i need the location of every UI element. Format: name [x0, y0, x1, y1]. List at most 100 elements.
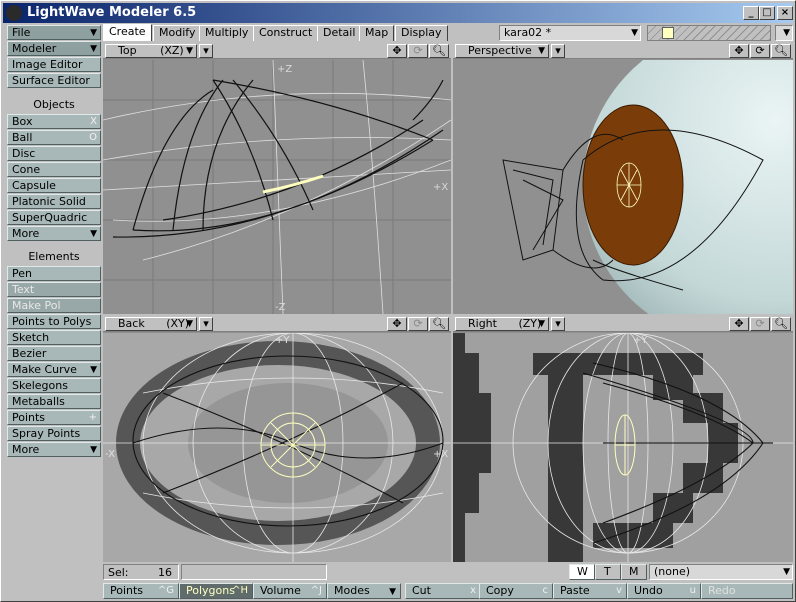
file-menu[interactable]: File ▼ [7, 25, 101, 40]
make-pol-button[interactable]: Make Pol [7, 298, 101, 313]
zoom-icon[interactable]: 🔍︎ [429, 317, 449, 331]
viewport-top[interactable]: Top (XZ) ▼ ▾ ✥ ⟳ 🔍︎ +Z +X -Z [103, 43, 451, 314]
move-icon[interactable]: ✥ [729, 317, 749, 331]
tab-display[interactable]: Display [395, 25, 448, 41]
points-to-polys-button[interactable]: Points to Polys [7, 314, 101, 329]
minimize-button[interactable]: _ [743, 6, 759, 20]
perspective-view-canvas[interactable] [453, 60, 793, 314]
close-button[interactable]: × [777, 6, 793, 20]
viewport-mode-select[interactable]: ▾ [551, 44, 565, 58]
modes-menu[interactable]: Modes ▼ [327, 583, 401, 599]
modeler-menu[interactable]: Modeler ▼ [7, 41, 101, 56]
axis-label-plus-x: +X [433, 182, 448, 193]
sel-label: Sel: [108, 566, 129, 579]
layer-buttons[interactable] [647, 25, 771, 41]
objects-more-button[interactable]: More ▼ [7, 226, 101, 241]
zoom-icon[interactable]: 🔍︎ [429, 44, 449, 58]
maximize-button[interactable]: □ [759, 6, 775, 20]
tab-multiply[interactable]: Multiply [199, 25, 255, 41]
view-axes: (XZ) [160, 44, 184, 57]
copy-button[interactable]: Copy c [479, 583, 553, 599]
morph-map-toggle[interactable]: M [621, 564, 647, 580]
superquadric-button[interactable]: SuperQuadric [7, 210, 101, 225]
cone-button[interactable]: Cone [7, 162, 101, 177]
pen-button[interactable]: Pen [7, 266, 101, 281]
make-curve-button[interactable]: Make Curve ▼ [7, 362, 101, 377]
move-icon[interactable]: ✥ [387, 44, 407, 58]
tab-construct[interactable]: Construct [253, 25, 319, 41]
viewport-back[interactable]: Back (XY) ▼ ▾ ✥ ⟳ 🔍︎ +Y -X +X [103, 316, 451, 562]
platonic-solid-button[interactable]: Platonic Solid [7, 194, 101, 209]
capsule-button[interactable]: Capsule [7, 178, 101, 193]
info-field [181, 564, 327, 580]
rotate-icon[interactable]: ⟳ [408, 317, 428, 331]
rotate-icon[interactable]: ⟳ [408, 44, 428, 58]
ball-button[interactable]: Ball O [7, 130, 101, 145]
viewport-mode-select[interactable]: ▾ [551, 317, 565, 331]
tab-modify[interactable]: Modify [153, 25, 202, 41]
polygons-mode-label: Polygons [186, 584, 235, 597]
shortcut: + [88, 412, 97, 423]
active-layer-indicator [662, 27, 674, 39]
viewport-mode-select[interactable]: ▾ [199, 44, 213, 58]
undo-button[interactable]: Undo u [627, 583, 701, 599]
viewport-view-select[interactable]: Right (ZY) ▼ [455, 317, 549, 331]
viewport-header: Right (ZY) ▼ ▾ ✥ ⟳ 🔍︎ [453, 316, 793, 332]
move-icon[interactable]: ✥ [729, 44, 749, 58]
chevron-down-icon: ▼ [389, 587, 396, 597]
surface-editor-button[interactable]: Surface Editor [7, 73, 101, 88]
viewport-view-select[interactable]: Back (XY) ▼ [105, 317, 197, 331]
spray-points-button[interactable]: Spray Points [7, 426, 101, 441]
viewport-perspective[interactable]: Perspective ▼ ▾ ✥ ⟳ 🔍︎ [453, 43, 793, 314]
tab-map[interactable]: Map [359, 25, 395, 41]
viewport-icons: ✥ ⟳ 🔍︎ [387, 44, 449, 58]
image-editor-button[interactable]: Image Editor [7, 57, 101, 72]
top-view-canvas[interactable]: +Z +X -Z [103, 60, 451, 314]
viewport-right[interactable]: Right (ZY) ▼ ▾ ✥ ⟳ 🔍︎ +Y [453, 316, 793, 562]
points-mode-button[interactable]: Points ^G [103, 583, 179, 599]
make-curve-label: Make Curve [12, 363, 77, 376]
shortcut: ^J [310, 585, 322, 596]
window-title: LightWave Modeler 6.5 [27, 5, 197, 20]
viewport-view-select[interactable]: Top (XZ) ▼ [105, 44, 197, 58]
copy-label: Copy [486, 584, 514, 597]
weight-map-toggle[interactable]: W [569, 564, 595, 580]
viewport-header: Top (XZ) ▼ ▾ ✥ ⟳ 🔍︎ [103, 43, 451, 59]
skelegons-button[interactable]: Skelegons [7, 378, 101, 393]
object-select[interactable]: kara02 * ▼ [499, 25, 641, 41]
viewport-header: Back (XY) ▼ ▾ ✥ ⟳ 🔍︎ [103, 316, 451, 332]
back-view-canvas[interactable]: +Y -X +X [103, 333, 451, 562]
texture-map-toggle[interactable]: T [595, 564, 621, 580]
rotate-icon[interactable]: ⟳ [750, 317, 770, 331]
box-button[interactable]: Box X [7, 114, 101, 129]
vertex-map-select[interactable]: (none) ▼ [649, 564, 793, 580]
rotate-icon[interactable]: ⟳ [750, 44, 770, 58]
elements-more-button[interactable]: More ▼ [7, 442, 101, 457]
volume-mode-button[interactable]: Volume ^J [253, 583, 327, 599]
bezier-button[interactable]: Bezier [7, 346, 101, 361]
shortcut: v [616, 585, 622, 596]
text-button[interactable]: Text [7, 282, 101, 297]
tab-create[interactable]: Create [103, 24, 152, 41]
right-view-canvas[interactable]: +Y [453, 333, 793, 562]
shortcut: ^G [157, 585, 174, 596]
polygons-mode-button[interactable]: Polygons ^H [179, 583, 253, 599]
metaballs-button[interactable]: Metaballs [7, 394, 101, 409]
paste-button[interactable]: Paste v [553, 583, 627, 599]
viewport-view-select[interactable]: Perspective ▼ [455, 44, 549, 58]
chevron-down-icon: ▼ [538, 46, 545, 56]
chevron-down-icon: ▼ [90, 28, 97, 38]
move-icon[interactable]: ✥ [387, 317, 407, 331]
box-label: Box [12, 115, 33, 128]
tab-detail[interactable]: Detail [317, 25, 362, 41]
sketch-button[interactable]: Sketch [7, 330, 101, 345]
viewport-mode-select[interactable]: ▾ [199, 317, 213, 331]
points-button[interactable]: Points + [7, 410, 101, 425]
zoom-icon[interactable]: 🔍︎ [771, 317, 791, 331]
disc-button[interactable]: Disc [7, 146, 101, 161]
chevron-down-icon: ▼ [186, 319, 193, 329]
redo-button[interactable]: Redo [701, 583, 793, 599]
cut-button[interactable]: Cut x [405, 583, 481, 599]
zoom-icon[interactable]: 🔍︎ [771, 44, 791, 58]
layer-menu[interactable]: ▼ [775, 25, 793, 41]
